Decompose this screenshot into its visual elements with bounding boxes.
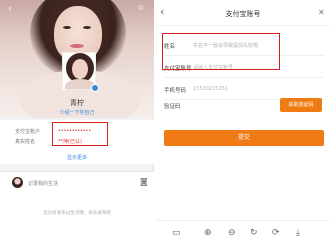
zoom-in-icon[interactable]: ⊕ [204,228,212,238]
phone-label: 手机号码 [164,88,187,94]
form-header: ‹ 支付宝账号 ✕ [156,0,330,26]
refresh-icon[interactable]: ⟳ [272,228,280,238]
get-code-button[interactable]: 获取验证码 [280,98,322,112]
alipay-account-label: 支付宝账户 [15,129,41,135]
viewer-toolbar: ▭ ⊕ ⊖ ↻ ⟳ ⤓ [156,220,330,248]
intro-link[interactable]: 介绍一下你自己 [0,109,154,116]
phone-input[interactable]: 15530215251 [193,86,228,92]
zoom-out-icon[interactable]: ⊖ [228,228,236,238]
avatar[interactable] [62,52,96,90]
cover-camera-icon[interactable]: ⌾ [138,4,148,14]
life-feed-section: 记录我的生活 ◙ 还没有发布过生活哦，快去发布吧 [0,171,154,248]
download-icon[interactable]: ⤓ [296,228,300,238]
realname-label: 真实姓名 [15,139,36,145]
back-arrow-icon[interactable]: ‹ [8,4,18,14]
page-title: 支付宝账号 [225,10,261,18]
profile-name: 青柠 [70,99,84,107]
show-more-link[interactable]: 显示更多 [0,154,154,161]
profile-panel: ‹ ⌾ 青柠 介绍一下你自己 支付宝账户 •••••••••••• 真实姓名 *… [0,0,154,248]
close-icon[interactable]: ✕ [318,8,325,17]
feed-avatar [12,177,23,188]
feed-prompt[interactable]: 记录我的生活 [28,180,58,187]
feed-empty-text: 还没有发布过生活哦，快去发布吧 [43,211,111,216]
highlight-box [52,122,108,146]
camera-icon[interactable]: ◙ [140,177,148,186]
highlight-box [162,33,280,70]
code-label: 验证码 [164,104,181,110]
save-icon[interactable]: ▭ [172,228,181,238]
rotate-icon[interactable]: ↻ [250,228,258,238]
verified-badge-icon [91,84,99,92]
submit-button[interactable]: 提交 [164,130,324,146]
